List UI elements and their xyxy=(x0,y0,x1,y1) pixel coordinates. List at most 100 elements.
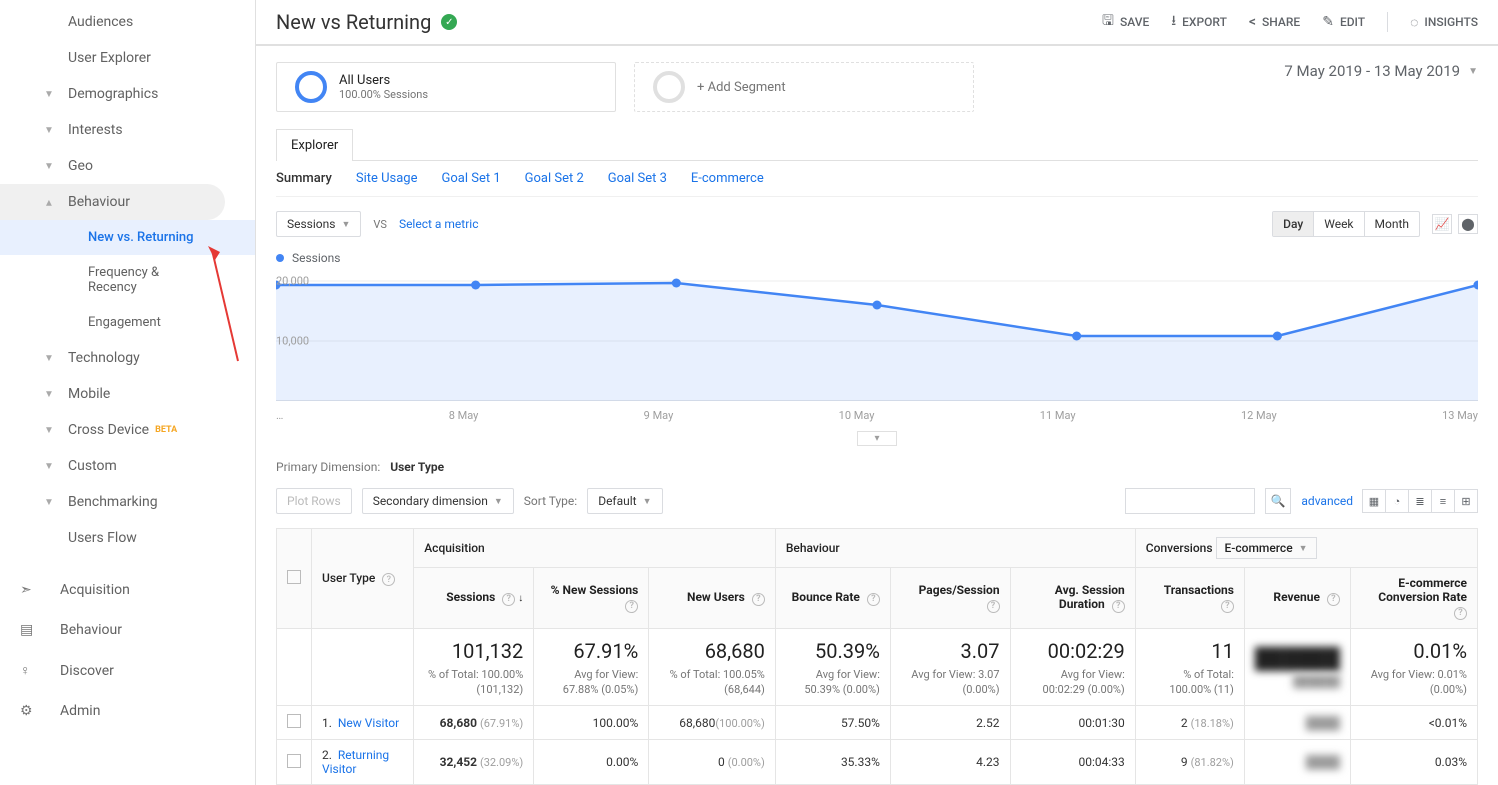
sidebar-item-interests[interactable]: ▼Interests xyxy=(0,112,255,148)
period-month[interactable]: Month xyxy=(1365,212,1419,236)
col-ecr[interactable]: E-commerce Conversion Rate ? xyxy=(1350,568,1477,629)
subtab-site-usage[interactable]: Site Usage xyxy=(356,171,418,186)
chevron-down-icon: ▼ xyxy=(44,161,54,172)
insights-icon: ◌ xyxy=(1410,14,1418,31)
export-button[interactable]: ⭳EXPORT xyxy=(1171,10,1227,34)
col-revenue[interactable]: Revenue ? xyxy=(1244,568,1350,629)
secondary-dimension-selector[interactable]: Secondary dimension▼ xyxy=(362,488,514,514)
view-pivot-icon[interactable]: ⊞ xyxy=(1454,489,1478,513)
sidebar-item-engagement[interactable]: Engagement xyxy=(0,305,255,340)
legend-dot-icon xyxy=(276,254,284,262)
subtab-ecommerce[interactable]: E-commerce xyxy=(691,171,764,186)
help-icon[interactable]: ? xyxy=(1454,607,1467,620)
page-title: New vs Returning xyxy=(276,10,431,34)
verified-icon: ✓ xyxy=(441,14,457,30)
sidebar-item-mobile[interactable]: ▼Mobile xyxy=(0,376,255,412)
chart-type-motion-icon[interactable]: ⬤ xyxy=(1458,214,1478,234)
share-button[interactable]: <SHARE xyxy=(1249,14,1300,30)
help-icon[interactable]: ? xyxy=(987,600,1000,613)
y-tick: 20,000 xyxy=(276,275,309,288)
acquisition-icon: ➣ xyxy=(20,582,40,598)
conversions-selector[interactable]: E-commerce ▼ xyxy=(1216,537,1317,559)
chart-type-line-icon[interactable]: 📈 xyxy=(1432,214,1452,234)
metric-selector[interactable]: Sessions▼ xyxy=(276,211,361,237)
period-day[interactable]: Day xyxy=(1273,212,1314,236)
x-tick: 9 May xyxy=(644,409,674,422)
view-table-icon[interactable]: ▦ xyxy=(1362,489,1386,513)
sidebar-item-benchmarking[interactable]: ▼Benchmarking xyxy=(0,484,255,520)
col-new-users[interactable]: New Users ? xyxy=(649,568,776,629)
expand-handle[interactable]: ▾ xyxy=(857,431,897,446)
primary-dimension-label: Primary Dimension: xyxy=(276,460,380,474)
help-icon[interactable]: ? xyxy=(382,573,395,586)
edit-button[interactable]: ✎EDIT xyxy=(1322,14,1365,30)
sidebar-item-behaviour[interactable]: ▼Behaviour xyxy=(0,184,225,220)
discover-icon: ♀ xyxy=(20,662,40,679)
row-label[interactable]: Returning Visitor xyxy=(322,748,389,776)
chevron-up-icon: ▼ xyxy=(44,197,54,208)
col-pages[interactable]: Pages/Session ? xyxy=(890,568,1010,629)
primary-dimension-value[interactable]: User Type xyxy=(390,460,444,474)
col-transactions[interactable]: Transactions ? xyxy=(1135,568,1244,629)
sidebar-item-geo[interactable]: ▼Geo xyxy=(0,148,255,184)
segment-subtitle: 100.00% Sessions xyxy=(339,88,428,101)
sidebar-item-new-vs-returning[interactable]: New vs. Returning xyxy=(0,220,255,255)
sidebar-item-user-explorer[interactable]: User Explorer xyxy=(0,40,255,76)
period-week[interactable]: Week xyxy=(1314,212,1364,236)
search-button[interactable]: 🔍 xyxy=(1265,488,1291,514)
view-bar-icon[interactable]: ≣ xyxy=(1408,489,1432,513)
help-icon[interactable]: ? xyxy=(625,600,638,613)
help-icon[interactable]: ? xyxy=(1112,600,1125,613)
view-pie-icon[interactable]: ◔ xyxy=(1385,489,1409,513)
segment-all-users[interactable]: All Users 100.00% Sessions xyxy=(276,62,616,112)
col-pct-new[interactable]: % New Sessions ? xyxy=(534,568,649,629)
subtab-goal2[interactable]: Goal Set 2 xyxy=(525,171,584,186)
share-icon: < xyxy=(1249,14,1256,30)
select-metric-link[interactable]: Select a metric xyxy=(399,217,479,231)
advanced-link[interactable]: advanced xyxy=(1301,494,1353,508)
col-user-type[interactable]: User Type xyxy=(322,571,375,585)
help-icon[interactable]: ? xyxy=(752,593,765,606)
add-segment-button[interactable]: + Add Segment xyxy=(634,62,974,112)
nav-acquisition[interactable]: ➣Acquisition xyxy=(0,570,255,610)
sidebar-item-cross-device[interactable]: ▼Cross DeviceBETA xyxy=(0,412,255,448)
sidebar-item-frequency-recency[interactable]: Frequency & Recency xyxy=(0,255,255,305)
help-icon[interactable]: ? xyxy=(867,593,880,606)
col-sessions[interactable]: Sessions ? ↓ xyxy=(414,568,534,629)
help-icon[interactable]: ? xyxy=(1327,593,1340,606)
save-button[interactable]: 🖫SAVE xyxy=(1102,10,1149,34)
help-icon[interactable]: ? xyxy=(502,593,515,606)
col-duration[interactable]: Avg. Session Duration ? xyxy=(1010,568,1135,629)
table-search-input[interactable] xyxy=(1125,488,1255,514)
subtab-summary[interactable]: Summary xyxy=(276,171,332,186)
view-comparison-icon[interactable]: ≡ xyxy=(1431,489,1455,513)
row-label[interactable]: New Visitor xyxy=(338,716,399,730)
chevron-down-icon: ▼ xyxy=(44,353,54,364)
select-all-checkbox[interactable] xyxy=(287,570,301,584)
sidebar-item-technology[interactable]: ▼Technology xyxy=(0,340,255,376)
help-icon[interactable]: ? xyxy=(1221,600,1234,613)
row-checkbox[interactable] xyxy=(287,754,301,768)
col-bounce[interactable]: Bounce Rate ? xyxy=(775,568,890,629)
chart-legend: Sessions xyxy=(276,251,1478,271)
sort-type-selector[interactable]: Default▼ xyxy=(587,488,662,514)
sidebar-item-users-flow[interactable]: Users Flow xyxy=(0,520,255,556)
subtab-goal1[interactable]: Goal Set 1 xyxy=(442,171,501,186)
nav-behaviour[interactable]: ▤Behaviour xyxy=(0,610,255,650)
sidebar-item-custom[interactable]: ▼Custom xyxy=(0,448,255,484)
date-range-selector[interactable]: 7 May 2019 - 13 May 2019 ▼ xyxy=(1284,62,1478,80)
chevron-down-icon: ▼ xyxy=(1468,66,1478,77)
chevron-down-icon: ▼ xyxy=(44,89,54,100)
sidebar-item-audiences[interactable]: Audiences xyxy=(0,4,255,40)
insights-button[interactable]: ◌INSIGHTS xyxy=(1410,14,1478,31)
sidebar-item-demographics[interactable]: ▼Demographics xyxy=(0,76,255,112)
nav-discover[interactable]: ♀Discover xyxy=(0,650,255,691)
behaviour-icon: ▤ xyxy=(20,622,40,638)
y-tick: 10,000 xyxy=(276,335,309,348)
nav-admin[interactable]: ⚙Admin xyxy=(0,691,255,731)
x-tick: 12 May xyxy=(1241,409,1277,422)
x-tick: 13 May xyxy=(1442,409,1478,422)
tab-explorer[interactable]: Explorer xyxy=(276,129,353,161)
subtab-goal3[interactable]: Goal Set 3 xyxy=(608,171,667,186)
row-checkbox[interactable] xyxy=(287,714,301,728)
